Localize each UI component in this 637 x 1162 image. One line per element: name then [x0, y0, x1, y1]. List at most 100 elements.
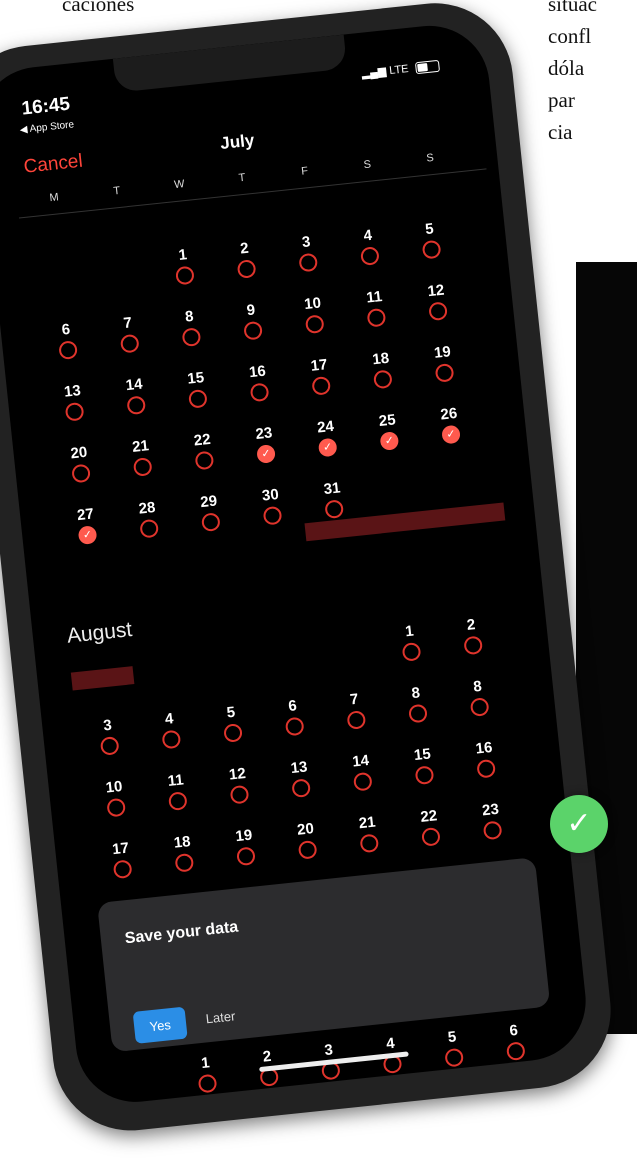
day-number: 10: [303, 294, 322, 314]
calendar-day[interactable]: 12: [404, 279, 472, 347]
calendar-day[interactable]: 26: [417, 402, 485, 470]
calendar-day[interactable]: 22: [171, 428, 239, 496]
day-number: 8: [472, 677, 483, 696]
calendar-day[interactable]: 24: [294, 415, 362, 483]
calendar-day[interactable]: 6: [34, 318, 102, 386]
calendar-day[interactable]: 5: [398, 217, 466, 285]
day-number: 25: [378, 411, 397, 430]
empty-day-slot: [69, 652, 137, 720]
calendar-day[interactable]: 13: [41, 380, 109, 448]
day-number: 6: [60, 320, 71, 339]
day-number: 17: [111, 839, 130, 859]
calendar-day[interactable]: 23: [232, 422, 300, 490]
calendar-day[interactable]: 29: [177, 490, 245, 558]
calendar-day[interactable]: 14: [102, 373, 170, 441]
calendar-day[interactable]: 25: [356, 409, 424, 477]
calendar-day[interactable]: 17: [287, 354, 355, 422]
calendar-day[interactable]: 18: [349, 347, 417, 415]
day-ring-icon: [505, 1041, 526, 1062]
calendar-day[interactable]: 5: [199, 701, 267, 769]
calendar-day[interactable]: 2: [439, 613, 507, 681]
calendar-day[interactable]: 2: [213, 237, 281, 305]
day-ring-icon: [58, 340, 78, 361]
calendar-month-july: 1234567891011121314151617181920212223242…: [24, 184, 506, 691]
calendar-day[interactable]: 18: [150, 831, 218, 899]
day-checked-icon: [379, 431, 400, 451]
day-number: 24: [316, 417, 335, 437]
calendar-day[interactable]: 3: [274, 230, 342, 298]
day-number: 21: [131, 437, 150, 456]
calendar-day[interactable]: 17: [89, 837, 157, 905]
calendar-day[interactable]: 15: [391, 743, 459, 811]
day-ring-icon: [284, 716, 305, 737]
day-ring-icon: [444, 1047, 465, 1068]
day-ring-icon: [366, 307, 387, 328]
day-number: 14: [124, 375, 144, 395]
calendar-day[interactable]: 7: [322, 688, 390, 756]
day-number: 6: [508, 1021, 519, 1040]
calendar-day[interactable]: 3: [76, 714, 144, 782]
calendar-day[interactable]: 16: [226, 360, 294, 428]
calendar-day[interactable]: 1: [378, 620, 446, 688]
calendar-day[interactable]: 4: [336, 224, 404, 292]
day-ring-icon: [401, 641, 422, 662]
day-ring-icon: [372, 369, 393, 390]
day-ring-icon: [188, 388, 208, 409]
calendar-day[interactable]: 30: [239, 484, 307, 552]
calendar-day[interactable]: 19: [411, 341, 479, 409]
cancel-button[interactable]: Cancel: [23, 151, 84, 179]
calendar-day[interactable]: 12: [206, 763, 274, 831]
calendar-day[interactable]: 1: [151, 243, 219, 311]
day-number: 12: [426, 281, 446, 301]
calendar-day[interactable]: 16: [452, 737, 520, 805]
calendar-day[interactable]: 8: [446, 675, 514, 743]
calendar-day[interactable]: 11: [144, 769, 212, 837]
calendar-day[interactable]: 11: [343, 286, 411, 354]
back-to-app-store[interactable]: ◀ App Store: [19, 119, 74, 136]
day-number: 30: [261, 485, 280, 505]
calendar-day[interactable]: 13: [267, 756, 335, 824]
calendar-day[interactable]: 21: [109, 435, 177, 503]
calendar-day[interactable]: 8: [384, 681, 452, 749]
calendar-day[interactable]: 20: [274, 818, 342, 886]
checkmark-icon: ✓: [566, 807, 592, 840]
calendar-day[interactable]: 10: [281, 292, 349, 360]
day-ring-icon: [119, 333, 140, 354]
calendar-day[interactable]: 9: [219, 299, 287, 367]
later-button[interactable]: Later: [199, 1007, 242, 1028]
calendar-day[interactable]: 6: [482, 1019, 548, 1063]
day-number: 20: [69, 443, 89, 463]
calendar-day[interactable]: 21: [335, 811, 403, 879]
day-ring-icon: [463, 635, 484, 656]
calendar-day[interactable]: 14: [329, 750, 397, 818]
calendar-day[interactable]: 19: [212, 824, 280, 892]
day-ring-icon: [434, 363, 455, 383]
day-ring-icon: [414, 765, 435, 786]
calendar-day[interactable]: 1: [174, 1051, 240, 1095]
calendar-day[interactable]: 31: [300, 477, 368, 545]
status-time: 16:45: [20, 93, 72, 120]
day-number: 1: [200, 1054, 211, 1073]
day-number: 19: [234, 826, 254, 846]
calendar-day[interactable]: 22: [397, 805, 465, 873]
calendar-day[interactable]: 23: [459, 798, 527, 866]
day-number: 2: [239, 239, 250, 258]
calendar-day[interactable]: 8: [158, 305, 226, 373]
calendar-day[interactable]: 20: [47, 441, 115, 509]
day-ring-icon: [223, 723, 243, 743]
calendar-day[interactable]: 4: [138, 707, 206, 775]
calendar-day[interactable]: 28: [115, 497, 183, 565]
confirm-fab[interactable]: ✓: [550, 795, 608, 853]
calendar-day[interactable]: 27: [54, 503, 122, 571]
day-number: 15: [186, 369, 205, 388]
calendar-day[interactable]: 6: [261, 694, 329, 762]
day-ring-icon: [194, 450, 215, 471]
calendar-day[interactable]: 10: [82, 776, 150, 844]
day-number: 26: [439, 404, 459, 424]
day-ring-icon: [262, 505, 283, 526]
calendar-day[interactable]: 5: [420, 1026, 486, 1070]
calendar-day[interactable]: 7: [96, 312, 164, 380]
day-ring-icon: [360, 246, 380, 266]
yes-button[interactable]: Yes: [132, 1006, 188, 1044]
calendar-day[interactable]: 15: [164, 367, 232, 435]
